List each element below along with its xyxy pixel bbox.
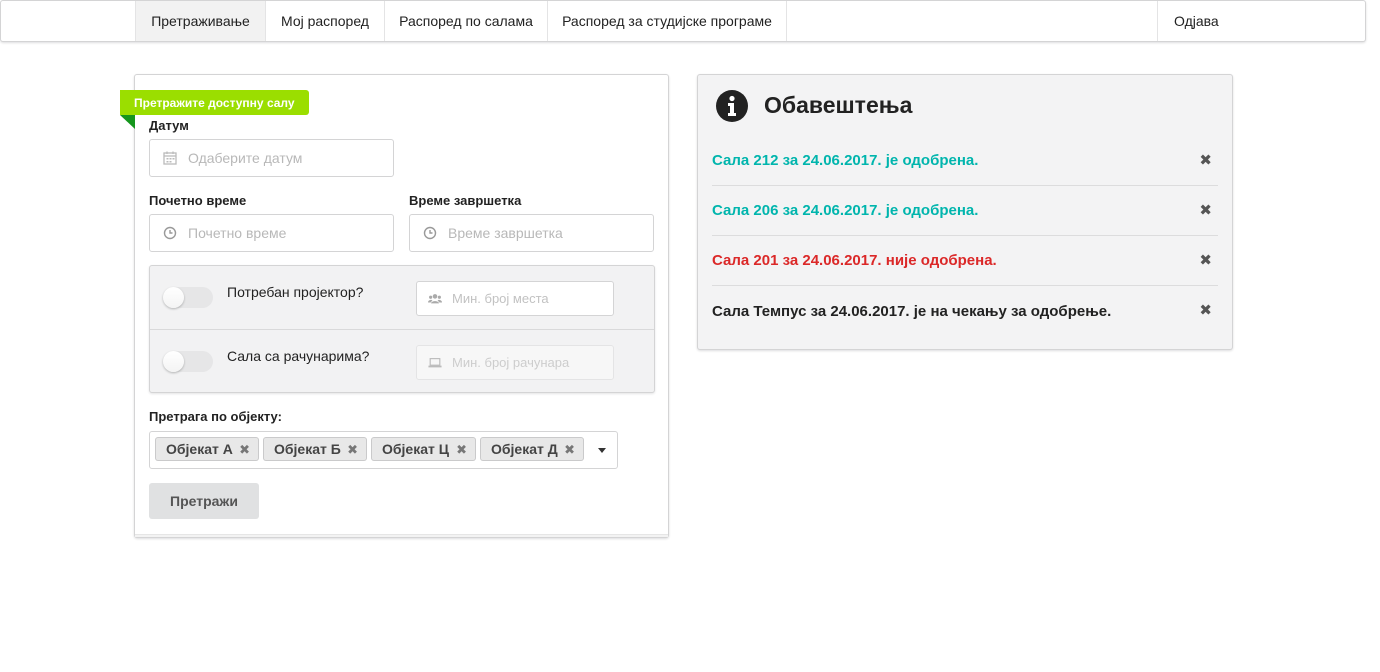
- nav-item-room-schedule[interactable]: Распоред по салама: [385, 1, 548, 41]
- ribbon-fold: [120, 115, 135, 129]
- remove-tag-icon[interactable]: ✖: [347, 442, 358, 458]
- logout-button[interactable]: Одјава: [1157, 1, 1366, 41]
- close-icon[interactable]: ✖: [1199, 201, 1212, 219]
- users-icon: [428, 294, 442, 304]
- options-panel: Потребан пројектор? Мин. број места Сала…: [149, 265, 655, 393]
- notification-item: Сала 201 за 24.06.2017. није одобрена. ✖: [712, 236, 1218, 286]
- end-time-label: Време завршетка: [409, 193, 522, 208]
- notification-text: Сала 212 за 24.06.2017. је одобрена.: [712, 152, 979, 169]
- end-time-input[interactable]: Време завршетка: [409, 214, 654, 252]
- computers-label: Сала са рачунарима?: [227, 348, 370, 364]
- object-tag: Објекат А ✖: [155, 437, 259, 461]
- toggle-knob: [163, 351, 184, 372]
- segment-footer: [135, 534, 668, 537]
- remove-tag-icon[interactable]: ✖: [239, 442, 250, 458]
- object-dropdown[interactable]: Објекат А ✖ Објекат Б ✖ Објекат Ц ✖ Обје…: [149, 431, 618, 469]
- remove-tag-icon[interactable]: ✖: [564, 442, 575, 458]
- nav-item-search[interactable]: Претраживање: [135, 1, 266, 41]
- object-label: Претрага по објекту:: [149, 409, 282, 424]
- projector-row: Потребан пројектор? Мин. број места: [150, 266, 654, 330]
- min-computers-placeholder: Мин. број рачунара: [452, 355, 570, 370]
- start-time-input[interactable]: Почетно време: [149, 214, 394, 252]
- search-form: Претражите доступну салу Датум Одаберите…: [120, 74, 669, 538]
- notifications-panel: Обавештења Сала 212 за 24.06.2017. је од…: [697, 74, 1233, 350]
- tag-label: Објекат Ц: [382, 441, 449, 457]
- object-tag: Објекат Б ✖: [263, 437, 367, 461]
- nav-item-label: Распоред по салама: [399, 13, 533, 29]
- computers-toggle[interactable]: [163, 351, 213, 372]
- info-icon: [716, 90, 748, 122]
- nav-item-my-schedule[interactable]: Мој распоред: [266, 1, 385, 41]
- top-menu: Претраживање Мој распоред Распоред по са…: [0, 0, 1366, 42]
- toggle-knob: [163, 287, 184, 308]
- remove-tag-icon[interactable]: ✖: [456, 442, 467, 458]
- laptop-icon: [428, 358, 442, 368]
- date-placeholder: Одаберите датум: [188, 150, 303, 166]
- tag-label: Објекат Д: [491, 441, 558, 457]
- clock-icon: [163, 226, 177, 240]
- notification-item: Сала 212 за 24.06.2017. је одобрена. ✖: [712, 136, 1218, 186]
- notification-item: Сала Темпус за 24.06.2017. је на чекању …: [712, 286, 1218, 336]
- close-icon[interactable]: ✖: [1199, 151, 1212, 169]
- min-seats-input[interactable]: Мин. број места: [416, 281, 614, 316]
- object-tag: Објекат Ц ✖: [371, 437, 476, 461]
- search-button[interactable]: Претражи: [149, 483, 259, 519]
- notifications-title: Обавештења: [764, 92, 913, 118]
- projector-label: Потребан пројектор?: [227, 284, 364, 300]
- end-time-placeholder: Време завршетка: [448, 225, 563, 241]
- notification-text: Сала 206 за 24.06.2017. је одобрена.: [712, 202, 979, 219]
- nav-item-program-schedule[interactable]: Распоред за студијске програме: [548, 1, 787, 41]
- notification-text: Сала 201 за 24.06.2017. није одобрена.: [712, 252, 997, 269]
- close-icon[interactable]: ✖: [1199, 301, 1212, 319]
- notification-text: Сала Темпус за 24.06.2017. је на чекању …: [712, 302, 1112, 320]
- date-input[interactable]: Одаберите датум: [149, 139, 394, 177]
- start-time-placeholder: Почетно време: [188, 225, 287, 241]
- object-tag: Објекат Д ✖: [480, 437, 584, 461]
- logout-label: Одјава: [1174, 13, 1219, 29]
- calendar-icon: [163, 151, 177, 165]
- computers-row: Сала са рачунарима? Мин. број рачунара: [150, 330, 654, 394]
- min-computers-input[interactable]: Мин. број рачунара: [416, 345, 614, 380]
- dropdown-arrow-icon[interactable]: [598, 448, 606, 453]
- projector-toggle[interactable]: [163, 287, 213, 308]
- search-ribbon: Претражите доступну салу: [120, 90, 309, 115]
- min-seats-placeholder: Мин. број места: [452, 291, 549, 306]
- close-icon[interactable]: ✖: [1199, 251, 1212, 269]
- date-label: Датум: [149, 118, 189, 133]
- tag-label: Објекат Б: [274, 441, 341, 457]
- nav-item-label: Мој распоред: [281, 13, 369, 29]
- tag-label: Објекат А: [166, 441, 233, 457]
- nav-item-label: Претраживање: [151, 13, 250, 29]
- start-time-label: Почетно време: [149, 193, 247, 208]
- clock-icon: [423, 226, 437, 240]
- nav-item-label: Распоред за студијске програме: [562, 13, 772, 29]
- notification-item: Сала 206 за 24.06.2017. је одобрена. ✖: [712, 186, 1218, 236]
